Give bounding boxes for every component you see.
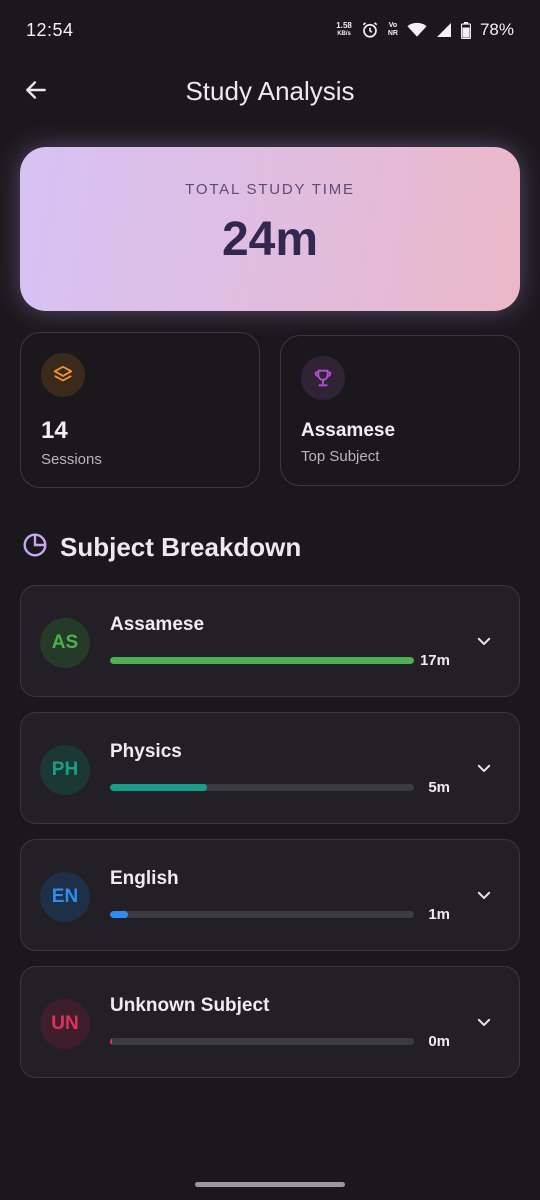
subject-progress-bar <box>110 911 414 918</box>
chevron-down-icon[interactable] <box>473 1011 495 1033</box>
status-icons: 1.58 KB/s Vo NR 78% <box>336 20 514 40</box>
total-study-time-card: TOTAL STUDY TIME 24m <box>20 147 520 311</box>
status-bar: 12:54 1.58 KB/s Vo NR 78% <box>0 0 540 60</box>
sessions-card: 14 Sessions <box>20 332 260 488</box>
subject-time: 5m <box>428 779 450 796</box>
subject-progress-bar <box>110 1038 414 1045</box>
top-subject-card: Assamese Top Subject <box>280 335 520 486</box>
subject-card[interactable]: EN English 1m <box>20 839 520 951</box>
subject-name: Physics <box>110 741 182 762</box>
volte-bottom: NR <box>387 30 398 37</box>
subject-name: English <box>110 868 179 889</box>
subject-card[interactable]: UN Unknown Subject 0m <box>20 966 520 1078</box>
page-title: Study Analysis <box>185 75 355 106</box>
arrow-left-icon <box>23 77 49 108</box>
signal-icon <box>436 22 452 38</box>
chevron-down-icon[interactable] <box>473 884 495 906</box>
top-subject-value: Assamese <box>301 420 396 441</box>
subject-progress-bar <box>110 657 414 664</box>
subject-progress-fill <box>110 1038 112 1045</box>
network-speed: 1.58 KB/s <box>336 22 352 38</box>
subject-initials: AS <box>51 632 79 653</box>
subject-time: 1m <box>428 906 450 923</box>
total-study-time-label: TOTAL STUDY TIME <box>185 181 355 198</box>
subject-progress-fill <box>110 657 414 664</box>
alarm-icon <box>361 21 379 39</box>
sessions-value: 14 <box>41 417 68 444</box>
subject-initials: EN <box>51 886 79 907</box>
top-subject-caption: Top Subject <box>301 448 380 465</box>
subject-name: Unknown Subject <box>110 995 270 1016</box>
subject-avatar: UN <box>40 999 90 1049</box>
chevron-down-icon[interactable] <box>473 757 495 779</box>
subject-breakdown-header: Subject Breakdown <box>22 528 301 566</box>
subject-progress-fill <box>110 911 129 918</box>
subject-progress-fill <box>110 784 208 791</box>
volte-top: Vo <box>388 22 398 29</box>
trophy-icon <box>301 356 345 400</box>
home-indicator[interactable] <box>195 1182 345 1187</box>
wifi-icon <box>407 22 427 38</box>
subject-breakdown-title: Subject Breakdown <box>60 531 302 562</box>
status-time: 12:54 <box>26 19 74 40</box>
subject-initials: UN <box>51 1013 79 1034</box>
pie-chart-icon <box>22 532 48 563</box>
layers-icon <box>41 353 85 397</box>
battery-percent: 78% <box>479 20 514 39</box>
subject-name: Assamese <box>110 614 205 635</box>
subject-card[interactable]: AS Assamese 17m <box>20 585 520 697</box>
battery-icon <box>460 21 471 39</box>
network-speed-unit: KB/s <box>337 31 351 37</box>
back-button[interactable] <box>20 76 52 108</box>
sessions-caption: Sessions <box>41 451 102 468</box>
subject-progress-bar <box>110 784 414 791</box>
chevron-down-icon[interactable] <box>473 630 495 652</box>
total-study-time-value: 24m <box>221 213 319 266</box>
volte-indicator: Vo NR <box>388 22 398 38</box>
subject-avatar: AS <box>40 618 90 668</box>
subject-time: 0m <box>428 1033 450 1050</box>
subject-card[interactable]: PH Physics 5m <box>20 712 520 824</box>
network-speed-value: 1.58 <box>336 21 352 30</box>
subject-time: 17m <box>419 652 450 669</box>
subject-avatar: EN <box>40 872 90 922</box>
subject-avatar: PH <box>40 745 90 795</box>
app-header: Study Analysis <box>0 62 540 120</box>
subject-initials: PH <box>51 759 79 780</box>
